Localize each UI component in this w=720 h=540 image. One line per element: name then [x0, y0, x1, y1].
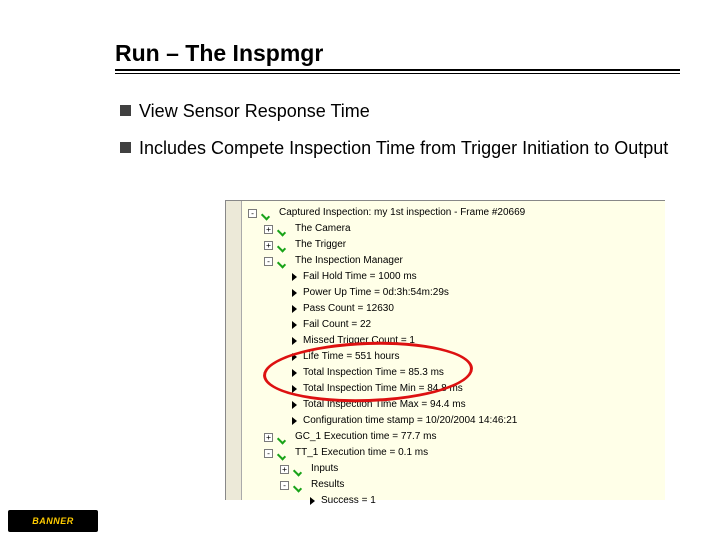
slide-title: Run – The Inspmgr: [115, 40, 680, 69]
bullet-list: View Sensor Response Time Includes Compe…: [120, 100, 680, 173]
banner-logo-text: BANNER: [32, 516, 74, 526]
collapse-icon[interactable]: -: [280, 481, 289, 490]
bullet-arrow-icon: [292, 353, 297, 361]
tree-inspmgr[interactable]: - The Inspection Manager: [248, 253, 661, 269]
tree-item-label: Fail Hold Time = 1000 ms: [303, 269, 417, 285]
tree-inspmgr-label: The Inspection Manager: [295, 253, 403, 269]
tree-tt-label: TT_1 Execution time = 0.1 ms: [295, 445, 428, 461]
scrollbar-gutter[interactable]: [226, 201, 242, 500]
tree-results[interactable]: - Results: [248, 477, 661, 493]
tree-item: Missed Trigger Count = 1: [248, 333, 661, 349]
bullet-1: View Sensor Response Time: [120, 100, 680, 123]
tree-item-label: Fail Count = 22: [303, 317, 371, 333]
tree-results-label: Results: [311, 477, 344, 493]
tree-item-label: Total Inspection Time Min = 84.8 ms: [303, 381, 463, 397]
tree-item: Total Inspection Time Max = 94.4 ms: [248, 397, 661, 413]
check-icon: [277, 238, 291, 252]
tree-item-label: Total Inspection Time = 85.3 ms: [303, 365, 444, 381]
check-icon: [277, 222, 291, 236]
tree-trigger[interactable]: + The Trigger: [248, 237, 661, 253]
title-block: Run – The Inspmgr: [115, 40, 680, 77]
tree-tt[interactable]: - TT_1 Execution time = 0.1 ms: [248, 445, 661, 461]
tree-success: Success = 1: [248, 493, 661, 509]
bullet-arrow-icon: [292, 337, 297, 345]
tree-item-label: Total Inspection Time Max = 94.4 ms: [303, 397, 466, 413]
tree-item: Fail Count = 22: [248, 317, 661, 333]
tree-item-label: Power Up Time = 0d:3h:54m:29s: [303, 285, 449, 301]
check-icon: [293, 478, 307, 492]
banner-logo: BANNER: [8, 510, 98, 532]
check-icon: [293, 462, 307, 476]
bullet-2: Includes Compete Inspection Time from Tr…: [120, 137, 680, 160]
tree-item: Power Up Time = 0d:3h:54m:29s: [248, 285, 661, 301]
collapse-icon[interactable]: -: [264, 257, 273, 266]
tree-screenshot: - Captured Inspection: my 1st inspection…: [225, 200, 665, 500]
tree-item-label: Configuration time stamp = 10/20/2004 14…: [303, 413, 517, 429]
bullet-arrow-icon: [292, 289, 297, 297]
tree-inputs[interactable]: + Inputs: [248, 461, 661, 477]
check-icon: [277, 446, 291, 460]
bullet-arrow-icon: [292, 273, 297, 281]
tree-root[interactable]: - Captured Inspection: my 1st inspection…: [248, 205, 661, 221]
slide: Run – The Inspmgr View Sensor Response T…: [0, 0, 720, 540]
title-rule: [115, 69, 680, 77]
tree-item-label: Pass Count = 12630: [303, 301, 394, 317]
bullet-arrow-icon: [292, 385, 297, 393]
tree-item: Life Time = 551 hours: [248, 349, 661, 365]
tree-gc-label: GC_1 Execution time = 77.7 ms: [295, 429, 436, 445]
collapse-icon[interactable]: -: [264, 449, 273, 458]
bullet-1-text: View Sensor Response Time: [139, 100, 370, 123]
tree-trigger-label: The Trigger: [295, 237, 346, 253]
expand-icon[interactable]: +: [264, 433, 273, 442]
tree-camera-label: The Camera: [295, 221, 351, 237]
tree-inputs-label: Inputs: [311, 461, 338, 477]
bullet-arrow-icon: [292, 305, 297, 313]
tree-camera[interactable]: + The Camera: [248, 221, 661, 237]
collapse-icon[interactable]: -: [248, 209, 257, 218]
bullet-square-icon: [120, 105, 131, 116]
tree-gc[interactable]: + GC_1 Execution time = 77.7 ms: [248, 429, 661, 445]
expand-icon[interactable]: +: [264, 225, 273, 234]
expand-icon[interactable]: +: [280, 465, 289, 474]
tree-item: Total Inspection Time = 85.3 ms: [248, 365, 661, 381]
tree-item: Pass Count = 12630: [248, 301, 661, 317]
bullet-2-text: Includes Compete Inspection Time from Tr…: [139, 137, 668, 160]
bullet-arrow-icon: [292, 321, 297, 329]
tree-item: Fail Hold Time = 1000 ms: [248, 269, 661, 285]
bullet-arrow-icon: [292, 417, 297, 425]
tree-item: Total Inspection Time Min = 84.8 ms: [248, 381, 661, 397]
tree-item: Configuration time stamp = 10/20/2004 14…: [248, 413, 661, 429]
tree-root-label: Captured Inspection: my 1st inspection -…: [279, 205, 525, 221]
tree-view: - Captured Inspection: my 1st inspection…: [248, 205, 661, 509]
check-icon: [277, 254, 291, 268]
tree-item-label: Life Time = 551 hours: [303, 349, 399, 365]
tree-item-label: Missed Trigger Count = 1: [303, 333, 415, 349]
bullet-square-icon: [120, 142, 131, 153]
bullet-arrow-icon: [292, 401, 297, 409]
tree-success-label: Success = 1: [321, 493, 376, 509]
check-icon: [277, 430, 291, 444]
expand-icon[interactable]: +: [264, 241, 273, 250]
bullet-arrow-icon: [292, 369, 297, 377]
bullet-arrow-icon: [310, 497, 315, 505]
check-icon: [261, 206, 275, 220]
